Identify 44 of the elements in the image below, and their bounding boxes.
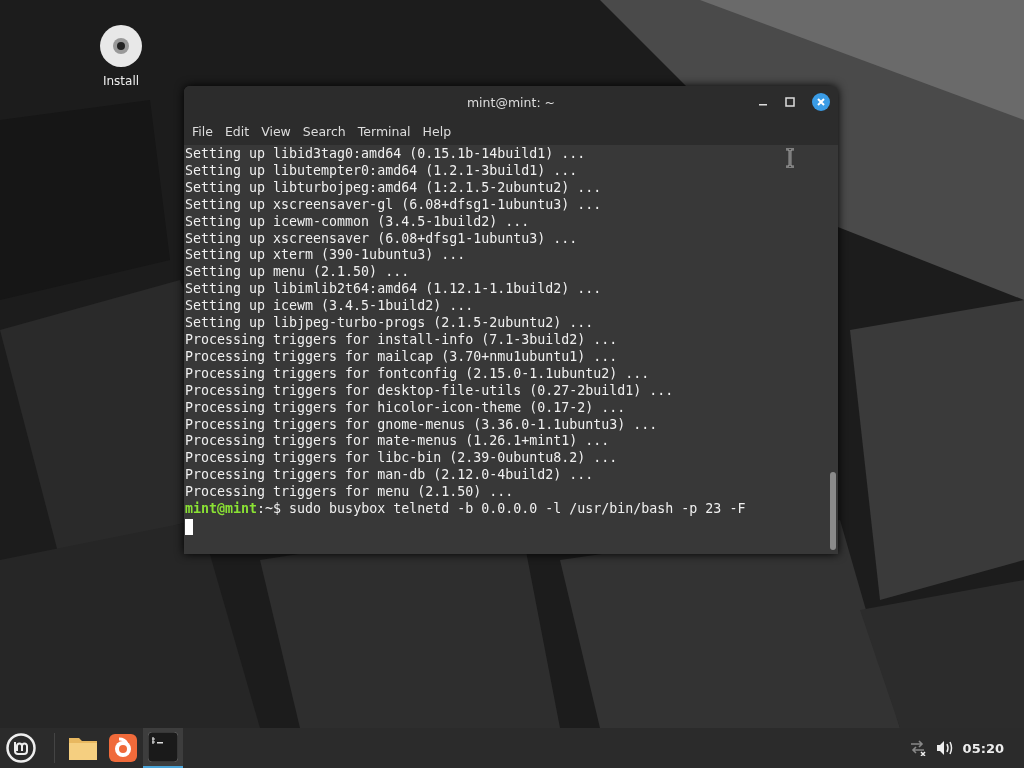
browser-icon (109, 734, 137, 762)
output-line: Processing triggers for man-db (2.12.0-4build2) ... (184, 467, 594, 485)
output-line: Processing triggers for fontconfig (2.15.0-1.1ubuntu2) ... (184, 365, 650, 383)
output-line: Processing triggers for gnome-menus (3.36.0-1.1ubuntu3) ... (184, 416, 658, 434)
taskbar-app[interactable] (143, 728, 183, 768)
volume-icon[interactable] (935, 740, 954, 756)
output-line: Setting up libjpeg-turbo-progs (2.1.5-2ubuntu2) ... (184, 315, 594, 332)
output-line: Processing triggers for menu (2.1.50) ... (184, 484, 514, 501)
output-line: Processing triggers for hicolor-icon-theme (0.17-2) ... (184, 399, 626, 417)
output-line: Processing triggers for desktop-file-utils (0.27-2build1) ... (184, 382, 674, 400)
menu-item[interactable]: Terminal (351, 124, 417, 139)
output-line: Setting up xscreensaver-gl (6.08+dfsg1-1ubuntu3) ... (184, 196, 602, 214)
menu-item[interactable]: Search (296, 124, 352, 139)
output-line: Processing triggers for libc-bin (2.39-0ubuntu8.2) ... (184, 450, 618, 468)
text-cursor-icon (785, 148, 795, 168)
clock[interactable]: 05:20 (962, 740, 1004, 756)
scrollbar-thumb[interactable] (830, 472, 836, 550)
output-line: Setting up libutempter0:amd64 (1.2.1-3build1) ... (184, 162, 578, 180)
output-line: Processing triggers for mate-menus (1.26.1+mint1) ... (184, 433, 610, 451)
output-line: Setting up xterm (390-1ubuntu3) ... (184, 247, 466, 265)
output-line: Setting up libid3tag0:amd64 (0.15.1b-14build1) ... (184, 146, 586, 163)
output-line: Processing triggers for mailcap (3.70+nmu1ubuntu1) ... (184, 348, 618, 366)
output-line: Setting up libturbojpeg:amd64 (1:2.1.5-2ubuntu2) ... (184, 179, 602, 197)
text-cursor (185, 518, 193, 535)
folder-icon (68, 735, 98, 761)
window-title: mint@mint: ~ (466, 94, 556, 110)
output-line: Setting up icewm (3.4.5-1build2) ... (184, 298, 474, 316)
menu-item[interactable]: File (186, 124, 219, 139)
maximize-icon[interactable] (785, 97, 795, 107)
output-line: Processing triggers for install-info (7.1-3build2) ... (184, 331, 618, 349)
output-line: Setting up menu (2.1.50) ... (184, 264, 410, 282)
menu-item[interactable]: Edit (218, 124, 256, 139)
output-line: Setting up xscreensaver (6.08+dfsg1-1ubuntu3) ... (184, 230, 578, 248)
network-disconnected-icon[interactable] (908, 740, 927, 756)
command-line: mint@mint:~$ sudo busybox telnetd -b 0.0.0.0 -l /usr/bin/bash -p 23 -F (184, 501, 746, 518)
close-icon[interactable] (812, 93, 830, 111)
menu-logo-icon[interactable] (6, 733, 36, 763)
menu-item[interactable]: View (255, 124, 297, 139)
output-line: Setting up libimlib2t64:amd64 (1.12.1-1.1build2) ... (184, 281, 602, 299)
menu-item[interactable]: Help (416, 124, 458, 139)
icon-label[interactable]: Install (102, 74, 140, 88)
disc-icon[interactable] (99, 24, 143, 68)
terminal-icon (148, 732, 178, 762)
output-line: Setting up icewm-common (3.4.5-1build2) ... (184, 213, 530, 231)
